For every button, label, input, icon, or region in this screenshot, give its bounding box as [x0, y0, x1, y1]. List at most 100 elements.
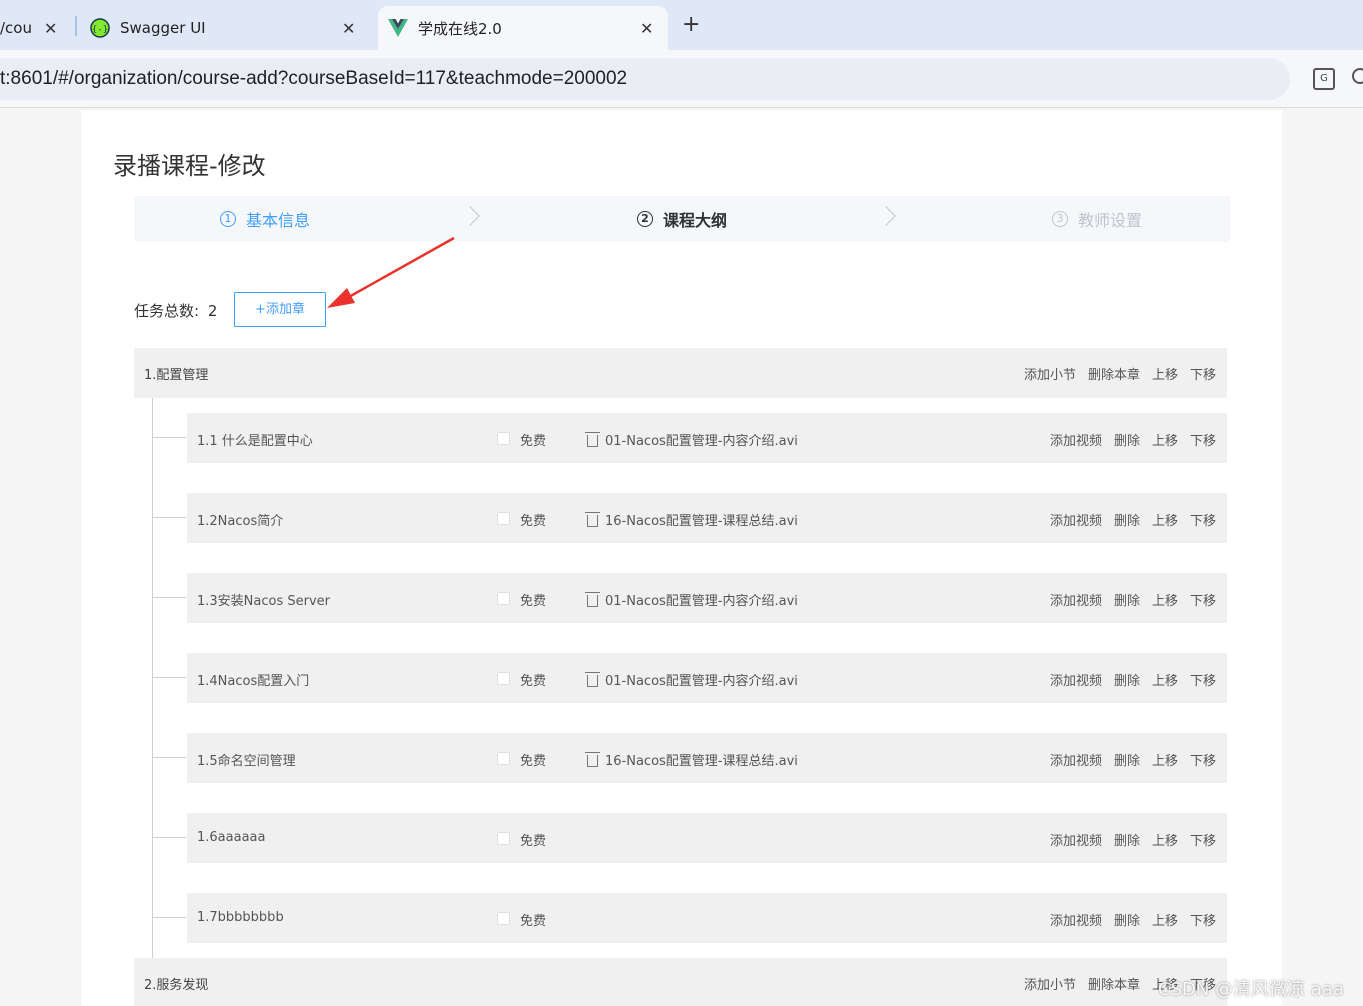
step-label: 教师设置 — [1078, 211, 1143, 230]
browser-tab-1[interactable]: /cou ✕ — [0, 6, 70, 50]
move-down-button[interactable]: 下移 — [1190, 750, 1216, 769]
free-label: 免费 — [520, 434, 547, 449]
section-row: 1.6aaaaaa 免费 添加视频 删除 上移 下移 — [187, 813, 1227, 863]
move-up-button[interactable]: 上移 — [1152, 364, 1178, 383]
move-up-button[interactable]: 上移 — [1152, 510, 1178, 529]
free-checkbox[interactable] — [497, 912, 510, 925]
watermark: CSDN @清风微凉 aaa — [1158, 979, 1344, 1000]
free-label: 免费 — [520, 834, 547, 849]
move-up-button[interactable]: 上移 — [1152, 590, 1178, 609]
browser-tab-bar: /cou ✕ {-} Swagger UI ✕ 学成在线2.0 ✕ + — [0, 0, 1363, 50]
step-course-outline[interactable]: 2 课程大纲 — [637, 196, 727, 242]
move-up-button[interactable]: 上移 — [1152, 670, 1178, 689]
trash-icon[interactable] — [585, 751, 600, 767]
url-field[interactable]: t:8601/#/organization/course-add?courseB… — [0, 58, 1290, 100]
add-section-button[interactable]: 添加小节 — [1024, 364, 1076, 383]
close-icon[interactable]: ✕ — [342, 19, 355, 38]
swagger-icon: {-} — [90, 18, 110, 38]
add-chapter-button[interactable]: +添加章 — [234, 292, 326, 327]
free-label: 免费 — [520, 674, 547, 689]
add-video-button[interactable]: 添加视频 — [1050, 910, 1102, 929]
section-title: 1.3安装Nacos Server — [197, 594, 331, 609]
page-title: 录播课程-修改 — [113, 152, 266, 180]
tree-branch — [152, 437, 186, 438]
step-teacher-settings[interactable]: 3 教师设置 — [1052, 196, 1142, 242]
free-checkbox[interactable] — [497, 512, 510, 525]
move-up-button[interactable]: 上移 — [1152, 430, 1178, 449]
trash-icon[interactable] — [585, 431, 600, 447]
move-down-button[interactable]: 下移 — [1190, 430, 1216, 449]
section-title: 1.2Nacos简介 — [197, 514, 284, 529]
add-video-button[interactable]: 添加视频 — [1050, 430, 1102, 449]
step-number: 2 — [637, 211, 653, 227]
section-row: 1.7bbbbbbbb 免费 添加视频 删除 上移 下移 — [187, 893, 1227, 943]
move-up-button[interactable]: 上移 — [1152, 910, 1178, 929]
section-ops: 添加视频 删除 上移 下移 — [1050, 750, 1216, 769]
delete-section-button[interactable]: 删除 — [1114, 590, 1140, 609]
move-down-button[interactable]: 下移 — [1190, 830, 1216, 849]
add-video-button[interactable]: 添加视频 — [1050, 750, 1102, 769]
delete-section-button[interactable]: 删除 — [1114, 830, 1140, 849]
delete-section-button[interactable]: 删除 — [1114, 910, 1140, 929]
add-video-button[interactable]: 添加视频 — [1050, 830, 1102, 849]
delete-section-button[interactable]: 删除 — [1114, 670, 1140, 689]
free-label: 免费 — [520, 594, 547, 609]
media-item: 01-Nacos配置管理-内容介绍.avi — [585, 670, 798, 689]
svg-text:{-}: {-} — [92, 25, 108, 35]
delete-section-button[interactable]: 删除 — [1114, 750, 1140, 769]
delete-chapter-button[interactable]: 删除本章 — [1088, 974, 1140, 993]
browser-tab-3-active[interactable]: 学成在线2.0 ✕ — [378, 6, 668, 50]
move-down-button[interactable]: 下移 — [1190, 590, 1216, 609]
move-down-button[interactable]: 下移 — [1190, 910, 1216, 929]
delete-section-button[interactable]: 删除 — [1114, 510, 1140, 529]
chapter-ops: 添加小节 删除本章 上移 下移 — [1024, 364, 1216, 383]
tree-branch — [152, 517, 186, 518]
url-text[interactable]: t:8601/#/organization/course-add?courseB… — [0, 68, 627, 90]
add-section-button[interactable]: 添加小节 — [1024, 974, 1076, 993]
trash-icon[interactable] — [585, 511, 600, 527]
section-row: 1.1 什么是配置中心 免费 01-Nacos配置管理-内容介绍.avi 添加视… — [187, 413, 1227, 463]
move-up-button[interactable]: 上移 — [1152, 750, 1178, 769]
address-bar: t:8601/#/organization/course-add?courseB… — [0, 50, 1363, 108]
move-down-button[interactable]: 下移 — [1190, 364, 1216, 383]
new-tab-button[interactable]: + — [682, 12, 700, 37]
section-title: 1.6aaaaaa — [197, 830, 266, 845]
step-number: 3 — [1052, 211, 1068, 227]
step-basic-info[interactable]: 1 基本信息 — [220, 196, 310, 242]
move-down-button[interactable]: 下移 — [1190, 670, 1216, 689]
add-video-button[interactable]: 添加视频 — [1050, 670, 1102, 689]
chapter-row: 2.服务发现 添加小节 删除本章 上移 下移 — [134, 958, 1227, 1006]
move-down-button[interactable]: 下移 — [1190, 510, 1216, 529]
free-checkbox[interactable] — [497, 592, 510, 605]
section-title: 1.4Nacos配置入门 — [197, 674, 310, 689]
add-video-button[interactable]: 添加视频 — [1050, 510, 1102, 529]
section-ops: 添加视频 删除 上移 下移 — [1050, 670, 1216, 689]
tab-separator — [75, 16, 77, 36]
translate-icon[interactable]: G — [1313, 68, 1335, 90]
section-row: 1.5命名空间管理 免费 16-Nacos配置管理-课程总结.avi 添加视频 … — [187, 733, 1227, 783]
free-checkbox[interactable] — [497, 752, 510, 765]
media-filename: 01-Nacos配置管理-内容介绍.avi — [605, 674, 798, 689]
trash-icon[interactable] — [585, 591, 600, 607]
move-up-button[interactable]: 上移 — [1152, 830, 1178, 849]
chapter-title: 1.配置管理 — [144, 368, 209, 383]
close-icon[interactable]: ✕ — [44, 19, 57, 38]
browser-tab-2[interactable]: {-} Swagger UI ✕ — [80, 6, 370, 50]
trash-icon[interactable] — [585, 671, 600, 687]
free-label: 免费 — [520, 514, 547, 529]
tab-label: Swagger UI — [120, 19, 206, 37]
vue-icon — [388, 19, 408, 37]
chevron-right-icon — [876, 206, 896, 226]
zoom-icon[interactable] — [1352, 68, 1363, 84]
add-video-button[interactable]: 添加视频 — [1050, 590, 1102, 609]
delete-chapter-button[interactable]: 删除本章 — [1088, 364, 1140, 383]
free-checkbox[interactable] — [497, 832, 510, 845]
media-item: 01-Nacos配置管理-内容介绍.avi — [585, 430, 798, 449]
delete-section-button[interactable]: 删除 — [1114, 430, 1140, 449]
tab-label: 学成在线2.0 — [418, 19, 502, 38]
close-icon[interactable]: ✕ — [640, 19, 653, 38]
tree-branch — [152, 597, 186, 598]
steps-bar: 1 基本信息 2 课程大纲 3 教师设置 — [134, 196, 1230, 242]
free-checkbox[interactable] — [497, 432, 510, 445]
free-checkbox[interactable] — [497, 672, 510, 685]
